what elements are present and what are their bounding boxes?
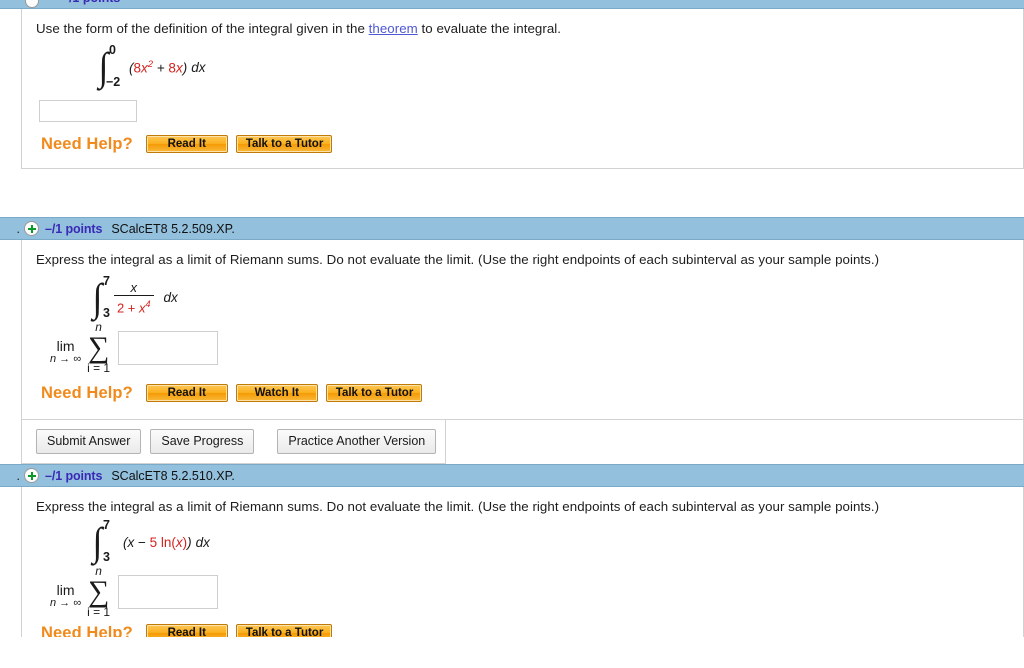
question-number-2: . (16, 221, 20, 236)
need-help-label-2: Need Help? (41, 383, 133, 402)
plus-operator: + (153, 60, 169, 76)
points-label-2: –/1 points (45, 221, 103, 236)
points-label-3: –/1 points (45, 468, 103, 483)
integral-lower-limit-2: 3 (103, 306, 110, 320)
integral-lower-limit-1: −2 (106, 75, 121, 89)
fraction-numerator-2: x (130, 279, 138, 295)
question-header-partial-top: –/1 points (0, 0, 1024, 9)
integral-symbol-2: 7 ∫ 3 (92, 274, 110, 320)
question-header-3: . –/1 points SCalcET8 5.2.510.XP. (0, 464, 1024, 487)
riemann-sum-row-3: lim n → ∞ n ∑ i = 1 (50, 565, 1023, 619)
need-help-label-1: Need Help? (41, 134, 133, 153)
question-code-2: SCalcET8 5.2.509.XP. (111, 221, 235, 236)
summation-block-3: n ∑ i = 1 (87, 565, 110, 619)
sigma-glyph-3: ∑ (87, 575, 110, 608)
question-code-3: SCalcET8 5.2.510.XP. (111, 468, 235, 483)
coefficient-3: 5 (149, 534, 158, 550)
integral-expression-3: 7 ∫ 3 (x − 5 ln(x)) dx (92, 518, 1023, 564)
fraction-2: x 2 + x4 (113, 279, 154, 316)
read-it-button-2[interactable]: Read It (145, 384, 228, 402)
expand-plus-icon-3[interactable] (24, 468, 39, 483)
practice-another-version-button-2[interactable]: Practice Another Version (277, 429, 437, 454)
action-bar-wrapper-2: Submit Answer Save Progress Practice Ano… (22, 419, 1023, 464)
integral-glyph-3: ∫ (92, 519, 103, 564)
save-progress-button-2[interactable]: Save Progress (150, 429, 255, 454)
question-body-3: Express the integral as a limit of Riema… (21, 487, 1024, 637)
fraction-integrand-2: x 2 + x4 dx (111, 281, 178, 315)
denominator-exponent: 4 (145, 298, 151, 309)
coefficient-2: 8 (168, 60, 176, 76)
prompt-text-b: to evaluate the integral. (417, 21, 562, 36)
fraction-denominator-2: 2 + x4 (113, 294, 154, 316)
integral-upper-limit-3: 7 (103, 518, 110, 532)
paren-close-3: ) (187, 534, 192, 550)
points-label-partial: –/1 points (62, 0, 120, 5)
question-number-3: . (16, 468, 20, 483)
talk-to-tutor-button-2[interactable]: Talk to a Tutor (325, 384, 422, 402)
question-body-2: Express the integral as a limit of Riema… (21, 240, 1024, 464)
differential-3: dx (195, 534, 210, 550)
paren-close: ) (182, 60, 188, 76)
submit-answer-button-2[interactable]: Submit Answer (36, 429, 142, 454)
need-help-label-3: Need Help? (41, 623, 133, 638)
summation-block-2: n ∑ i = 1 (87, 321, 110, 375)
integral-expression-2: 7 ∫ 3 x 2 + x4 dx (92, 274, 1023, 320)
integral-symbol-1: 0 ∫ −2 (98, 43, 121, 89)
summation-lower-2: i = 1 (87, 361, 111, 375)
action-bar-2: Submit Answer Save Progress Practice Ano… (22, 420, 446, 464)
log-function-3: ln( (157, 534, 176, 550)
read-it-button-1[interactable]: Read It (145, 135, 228, 153)
integral-lower-limit-3: 3 (103, 550, 110, 564)
need-help-row-1: Need Help? Read It Talk to a Tutor (41, 132, 1023, 156)
integral-upper-limit-1: 0 (109, 43, 116, 57)
integral-upper-limit-2: 7 (103, 274, 110, 288)
question-body-1: Use the form of the definition of the in… (21, 9, 1024, 169)
log-argument-3: x (175, 534, 183, 550)
section-gap-1 (0, 169, 1024, 217)
integrand-1: (8x2 + 8x) dx (129, 59, 205, 76)
limit-block-2: lim n → ∞ (50, 339, 81, 365)
answer-input-3[interactable] (118, 575, 219, 609)
question-prompt-1: Use the form of the definition of the in… (36, 20, 1023, 37)
differential-2: dx (163, 290, 178, 306)
need-help-row-3: Need Help? Read It Talk to a Tutor (41, 621, 1023, 637)
answer-input-2[interactable] (118, 331, 219, 365)
minus-operator-3: − (134, 534, 150, 550)
limit-label-2: lim (56, 338, 75, 354)
riemann-sum-row-2: lim n → ∞ n ∑ i = 1 (50, 321, 1023, 375)
variable-1: x (140, 60, 148, 76)
talk-to-tutor-button-3[interactable]: Talk to a Tutor (235, 624, 332, 637)
question-section-1: Use the form of the definition of the in… (0, 9, 1024, 169)
question-prompt-2: Express the integral as a limit of Riema… (36, 252, 880, 267)
differential-1: dx (191, 60, 206, 76)
theorem-link[interactable]: theorem (369, 21, 418, 36)
watch-it-button-2[interactable]: Watch It (235, 384, 318, 402)
expand-plus-icon[interactable] (25, 0, 39, 8)
sigma-glyph-2: ∑ (87, 331, 110, 364)
integral-glyph-2: ∫ (92, 275, 103, 320)
limit-approaches-2: n → ∞ (50, 353, 82, 365)
question-header-2: . –/1 points SCalcET8 5.2.509.XP. (0, 217, 1024, 240)
limit-approaches-3: n → ∞ (50, 597, 82, 609)
coefficient-1: 8 (133, 60, 141, 76)
question-section-2: . –/1 points SCalcET8 5.2.509.XP. Expres… (0, 217, 1024, 464)
limit-block-3: lim n → ∞ (50, 583, 81, 609)
answer-input-1[interactable] (39, 100, 137, 122)
prompt-text-a: Use the form of the definition of the in… (36, 21, 369, 36)
expand-plus-icon-2[interactable] (24, 221, 39, 236)
question-section-3: . –/1 points SCalcET8 5.2.510.XP. Expres… (0, 464, 1024, 637)
question-prompt-3: Express the integral as a limit of Riema… (36, 499, 880, 514)
integral-symbol-3: 7 ∫ 3 (92, 518, 110, 564)
limit-label-3: lim (56, 582, 75, 598)
read-it-button-3[interactable]: Read It (145, 624, 228, 637)
denominator-lead: 2 + (116, 300, 140, 316)
summation-lower-3: i = 1 (87, 605, 111, 619)
talk-to-tutor-button-1[interactable]: Talk to a Tutor (235, 135, 332, 153)
integral-expression-1: 0 ∫ −2 (8x2 + 8x) dx (98, 43, 1023, 89)
integrand-3: (x − 5 ln(x)) dx (123, 535, 210, 550)
variable-2: x (175, 60, 183, 76)
need-help-row-2: Need Help? Read It Watch It Talk to a Tu… (41, 381, 1023, 405)
